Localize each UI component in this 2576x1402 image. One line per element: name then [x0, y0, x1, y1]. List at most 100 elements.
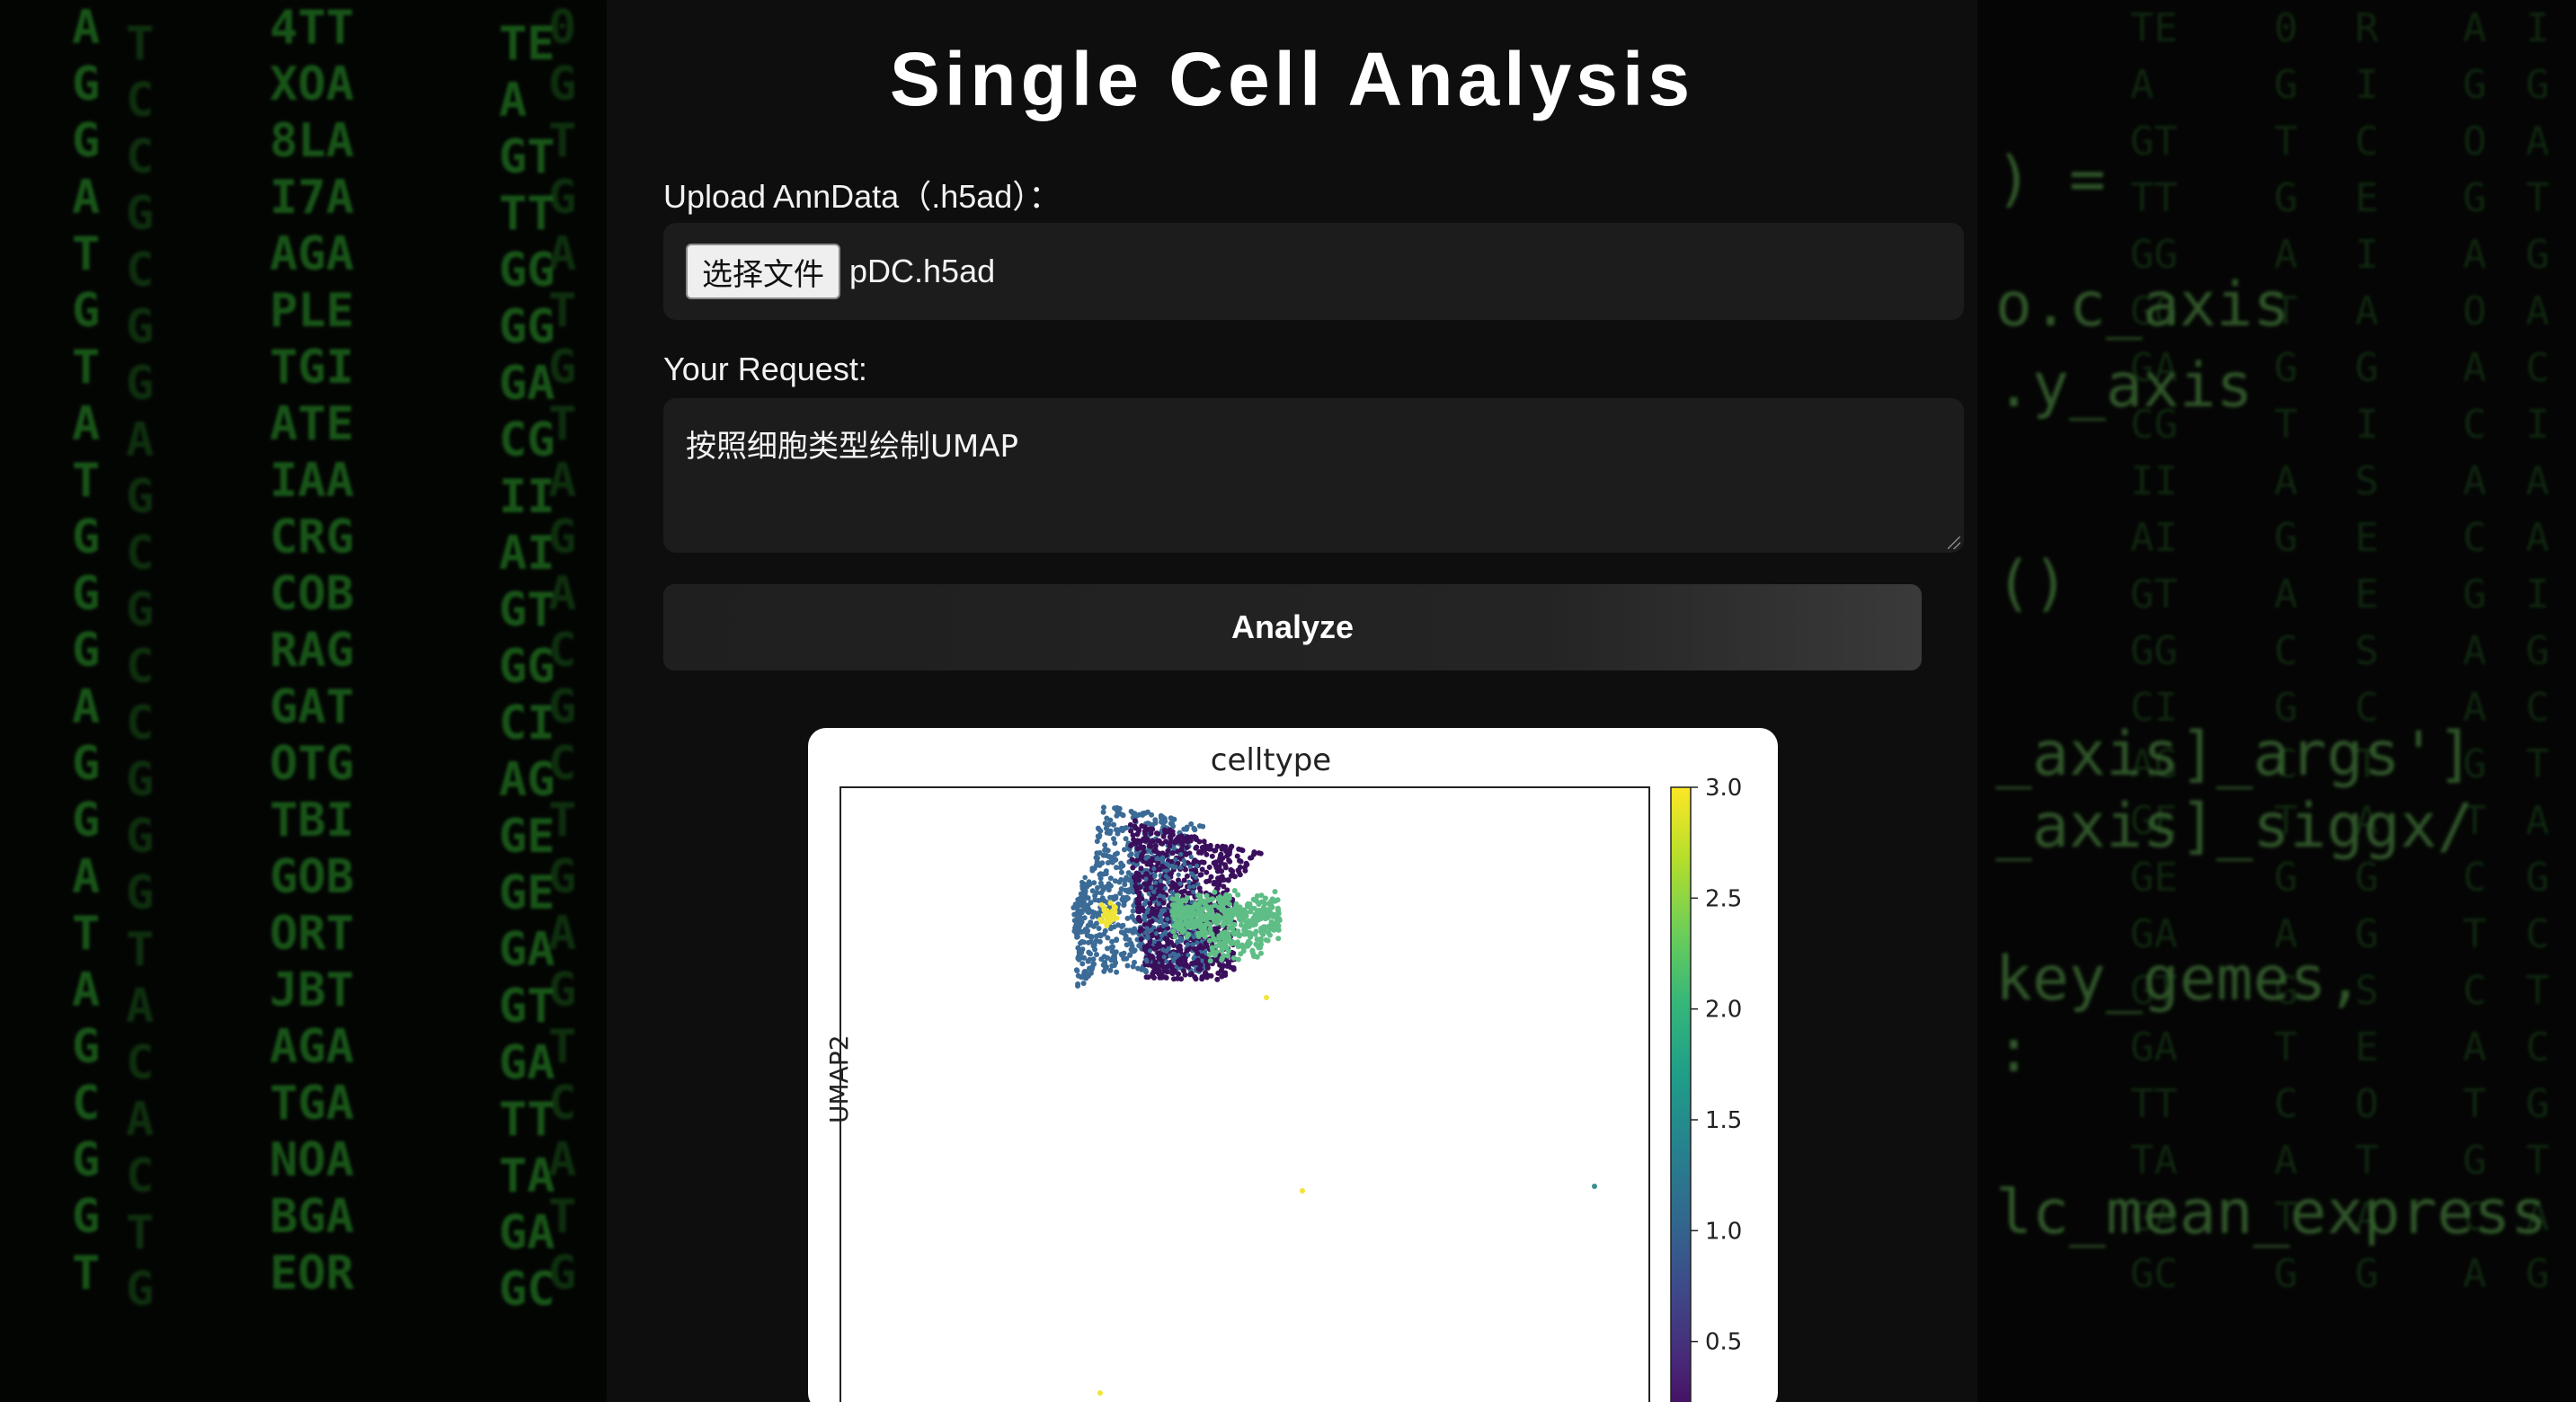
- scatter-point: [1143, 969, 1150, 975]
- scatter-point: [1206, 865, 1212, 870]
- scatter-point: [1185, 895, 1190, 901]
- scatter-point: [1176, 926, 1182, 932]
- scatter-point: [1300, 1188, 1305, 1193]
- scatter-point: [1275, 936, 1282, 942]
- scatter-point: [1105, 935, 1111, 941]
- matrix-column: 0 G T G A T G T A G A C G C T G A G T C …: [2274, 5, 2298, 1297]
- scatter-point: [1083, 927, 1088, 934]
- scatter-point: [1078, 921, 1084, 927]
- scatter-point: [1272, 889, 1278, 895]
- scatter-point: [1209, 931, 1215, 937]
- scatter-point: [1141, 946, 1148, 953]
- scatter-point: [1184, 844, 1190, 850]
- page-title: Single Cell Analysis: [889, 37, 1695, 121]
- scatter-point: [1157, 913, 1163, 918]
- scatter-point: [1200, 906, 1205, 912]
- scatter-point: [1108, 944, 1115, 950]
- scatter-point: [1080, 981, 1087, 987]
- matrix-column: I G A T G A C I A A I G C T A G C T C G …: [2526, 5, 2550, 1297]
- scatter-point: [1192, 827, 1198, 833]
- scatter-point: [1217, 904, 1223, 910]
- scatter-point: [1168, 829, 1173, 835]
- scatter-point: [1133, 878, 1139, 884]
- scatter-point: [1207, 897, 1213, 903]
- scatter-point: [1247, 924, 1252, 930]
- scatter-point: [1161, 965, 1168, 972]
- app-page: A G G A T G T A T G G G A G G A T A G C …: [0, 0, 2576, 1402]
- scatter-point: [1235, 939, 1240, 945]
- scatter-point: [1171, 976, 1177, 982]
- scatter-point: [1239, 847, 1246, 854]
- scatter-point: [1147, 948, 1153, 954]
- scatter-point: [1262, 901, 1268, 907]
- scatter-point: [1134, 889, 1141, 895]
- scatter-point: [1159, 933, 1165, 938]
- resize-handle-icon[interactable]: [1948, 537, 1960, 549]
- scatter-point: [1098, 901, 1105, 908]
- scatter-point: [1228, 866, 1234, 873]
- scatter-point: [1171, 959, 1177, 964]
- scatter-point: [1108, 855, 1115, 860]
- scatter-point: [1121, 950, 1127, 956]
- scatter-point: [1120, 812, 1126, 818]
- scatter-point: [1114, 969, 1120, 975]
- scatter-point: [1181, 968, 1186, 974]
- scatter-point: [1195, 940, 1200, 945]
- scatter-point: [1104, 915, 1110, 921]
- scatter-point: [1213, 865, 1220, 871]
- scatter-point: [1113, 960, 1119, 966]
- scatter-point: [1177, 904, 1183, 910]
- scatter-point: [1183, 866, 1188, 873]
- scatter-point: [1111, 924, 1117, 930]
- scatter-point: [1204, 869, 1210, 875]
- scatter-point: [1138, 936, 1144, 942]
- scatter-point: [1097, 917, 1103, 923]
- scatter-point: [1149, 885, 1154, 891]
- scatter-point: [1195, 892, 1202, 899]
- scatter-point: [1151, 889, 1157, 894]
- scatter-point: [1139, 896, 1145, 901]
- scatter-point: [1252, 921, 1258, 927]
- scatter-point: [1188, 821, 1195, 827]
- scatter-points: [1070, 804, 1597, 1396]
- scatter-point: [1237, 872, 1243, 878]
- scatter-point: [1098, 883, 1105, 889]
- scatter-point: [1193, 901, 1199, 907]
- scatter-point: [1151, 866, 1157, 872]
- scatter-point: [1187, 864, 1193, 869]
- scatter-point: [1251, 954, 1257, 959]
- scatter-point: [1136, 909, 1142, 915]
- scatter-point: [1111, 907, 1117, 913]
- scatter-point: [1177, 961, 1183, 967]
- matrix-column: A G G A T G T A T G G G A G G A T A G C …: [72, 1, 101, 1300]
- scatter-point: [1213, 949, 1220, 955]
- scatter-point: [1137, 873, 1142, 879]
- scatter-point: [1177, 881, 1183, 886]
- scatter-point: [1105, 847, 1111, 854]
- scatter-point: [1218, 874, 1224, 881]
- scatter-point: [1141, 836, 1147, 842]
- scatter-point: [1075, 972, 1081, 979]
- scatter-point: [1242, 867, 1248, 874]
- scatter-point: [1111, 954, 1117, 960]
- scatter-point: [1100, 962, 1106, 968]
- plot-frame: [839, 786, 1650, 1402]
- scatter-point: [1204, 911, 1211, 918]
- scatter-point: [1174, 954, 1179, 959]
- scatter-point: [1197, 966, 1204, 972]
- scatter-point: [1133, 840, 1139, 847]
- matrix-column: 4TT XOA 8LA I7A AGA PLE TGI ATE IAA CRG …: [270, 1, 354, 1300]
- scatter-point: [1233, 901, 1239, 908]
- scatter-point: [1203, 843, 1209, 849]
- scatter-point: [1254, 893, 1260, 899]
- file-input[interactable]: 选择文件 pDC.h5ad: [663, 223, 1964, 320]
- scatter-point: [1212, 889, 1218, 895]
- analyze-button[interactable]: Analyze: [663, 584, 1922, 670]
- scatter-point: [1129, 913, 1135, 919]
- request-textarea[interactable]: 按照细胞类型绘制UMAP: [663, 398, 1964, 553]
- scatter-point: [1157, 918, 1162, 925]
- scatter-point: [1246, 938, 1251, 945]
- choose-file-button[interactable]: 选择文件: [686, 244, 840, 299]
- scatter-point: [1151, 939, 1157, 945]
- scatter-point: [1227, 858, 1233, 865]
